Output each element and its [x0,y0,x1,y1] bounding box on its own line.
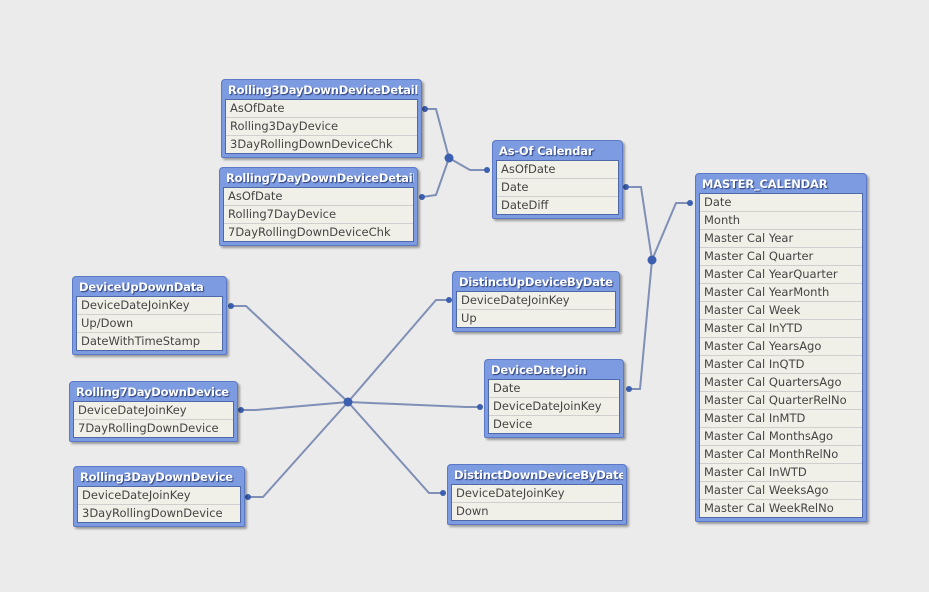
field-row[interactable]: AsOfDate [224,188,413,206]
connector-dot [228,303,234,309]
field-row[interactable]: DeviceDateJoinKey [74,402,233,420]
table-rolling3daydowndevice[interactable]: Rolling3DayDownDevice DeviceDateJoinKey 3D… [73,466,245,527]
field-row[interactable]: 7DayRollingDownDevice [74,420,233,437]
field-row[interactable]: DateWithTimeStamp [77,333,222,350]
field-list: AsOfDate Rolling3DayDevice 3DayRollingDown… [225,99,418,154]
field-row[interactable]: Master Cal Quarter [700,248,862,266]
field-list: AsOfDate Rolling7DayDevice 7DayRollingDown… [223,187,414,242]
table-title[interactable]: DeviceUpDownData [76,277,223,296]
link-line [651,202,690,261]
link-hub-devicedatejoinkey[interactable] [343,397,353,407]
table-rolling7daydowndevicedetail[interactable]: Rolling7DayDownDeviceDetail AsOfDate Rolli… [219,167,418,246]
connector-dot [422,106,428,112]
field-row[interactable]: Device [489,416,619,433]
link-line [629,259,653,390]
table-as-of-calendar[interactable]: As-Of Calendar AsOfDate Date DateDiff [492,140,623,219]
connector-dot [623,184,629,190]
connector-dot [440,490,446,496]
table-title[interactable]: DeviceDateJoin [488,360,620,379]
field-list: Date DeviceDateJoinKey Device [488,379,620,434]
table-deviceupdowndata[interactable]: DeviceUpDownData DeviceDateJoinKey Up/Down… [72,276,227,355]
field-row[interactable]: Master Cal Year [700,230,862,248]
field-list: DeviceDateJoinKey 7DayRollingDownDevice [73,401,234,438]
table-title[interactable]: MASTER_CALENDAR [699,174,863,193]
table-title[interactable]: As-Of Calendar [496,141,619,160]
link-hub-asofdate[interactable] [444,153,454,163]
field-row[interactable]: DeviceDateJoinKey [77,297,222,315]
link-line [347,401,443,494]
field-row[interactable]: Rolling7DayDevice [224,206,413,224]
link-line [421,157,450,198]
table-title[interactable]: Rolling7DayDownDevice [73,382,234,401]
field-row[interactable]: Master Cal YearMonth [700,284,862,302]
field-list: DeviceDateJoinKey 3DayRollingDownDevice [77,486,241,523]
connector-dot [477,404,483,410]
field-row[interactable]: Master Cal InMTD [700,410,862,428]
field-row[interactable]: Master Cal InYTD [700,320,862,338]
field-row[interactable]: AsOfDate [497,161,618,179]
field-row[interactable]: Month [700,212,862,230]
field-row[interactable]: Master Cal MonthsAgo [700,428,862,446]
link-line [425,108,450,159]
link-line [448,157,487,171]
table-devicedatejoin[interactable]: DeviceDateJoin Date DeviceDateJoinKey Devic… [484,359,624,438]
field-list: DeviceDateJoinKey Up/Down DateWithTimeStam… [76,296,223,351]
field-list: AsOfDate Date DateDiff [496,160,619,215]
field-row[interactable]: Up [457,310,615,327]
field-row[interactable]: AsOfDate [226,100,417,118]
link-line [231,305,349,403]
link-line [248,401,349,498]
table-title[interactable]: DistinctDownDeviceByDate [451,465,623,484]
link-line [347,401,480,408]
field-row[interactable]: Master Cal Week [700,302,862,320]
field-row[interactable]: DeviceDateJoinKey [457,292,615,310]
field-row[interactable]: DeviceDateJoinKey [78,487,240,505]
field-row[interactable]: DeviceDateJoinKey [452,485,622,503]
table-distinctdowndevicebydate[interactable]: DistinctDownDeviceByDate DeviceDateJoinKe… [447,464,627,525]
table-title[interactable]: Rolling3DayDownDevice [77,467,241,486]
link-line [347,299,449,403]
field-row[interactable]: DeviceDateJoinKey [489,398,619,416]
field-row[interactable]: Master Cal InQTD [700,356,862,374]
connector-dot [419,194,425,200]
field-row[interactable]: Date [489,380,619,398]
field-row[interactable]: Master Cal YearQuarter [700,266,862,284]
field-row[interactable]: Master Cal InWTD [700,464,862,482]
table-title[interactable]: Rolling3DayDownDeviceDetail [225,80,418,99]
field-row[interactable]: DateDiff [497,197,618,214]
table-title[interactable]: Rolling7DayDownDeviceDetail [223,168,414,187]
connector-dot [245,494,251,500]
table-master-calendar[interactable]: MASTER_CALENDAR Date Month Master Cal Year M… [695,173,867,522]
field-list: Date Month Master Cal Year Master Cal Quart… [699,193,863,518]
field-row[interactable]: Down [452,503,622,520]
link-hub-date[interactable] [647,255,657,265]
link-line [241,401,349,411]
field-row[interactable]: Master Cal WeekRelNo [700,500,862,517]
field-row[interactable]: 3DayRollingDownDevice [78,505,240,522]
field-list: DeviceDateJoinKey Down [451,484,623,521]
field-row[interactable]: Date [700,194,862,212]
table-rolling7daydowndevice[interactable]: Rolling7DayDownDevice DeviceDateJoinKey 7D… [69,381,238,442]
field-row[interactable]: Master Cal QuarterRelNo [700,392,862,410]
connector-dot [484,167,490,173]
field-row[interactable]: Rolling3DayDevice [226,118,417,136]
field-row[interactable]: Master Cal MonthRelNo [700,446,862,464]
field-list: DeviceDateJoinKey Up [456,291,616,328]
table-rolling3daydowndevicedetail[interactable]: Rolling3DayDownDeviceDetail AsOfDate Rolli… [221,79,422,158]
connector-dot [626,386,632,392]
field-row[interactable]: Up/Down [77,315,222,333]
field-row[interactable]: Master Cal WeeksAgo [700,482,862,500]
field-row[interactable]: Date [497,179,618,197]
field-row[interactable]: 3DayRollingDownDeviceChk [226,136,417,153]
field-row[interactable]: Master Cal YearsAgo [700,338,862,356]
connector-dot [687,200,693,206]
connector-dot [238,407,244,413]
field-row[interactable]: 7DayRollingDownDeviceChk [224,224,413,241]
table-title[interactable]: DistinctUpDeviceByDate [456,272,616,291]
table-distinctupdevicebydate[interactable]: DistinctUpDeviceByDate DeviceDateJoinKey U… [452,271,620,332]
field-row[interactable]: Master Cal QuartersAgo [700,374,862,392]
link-line [626,186,653,261]
